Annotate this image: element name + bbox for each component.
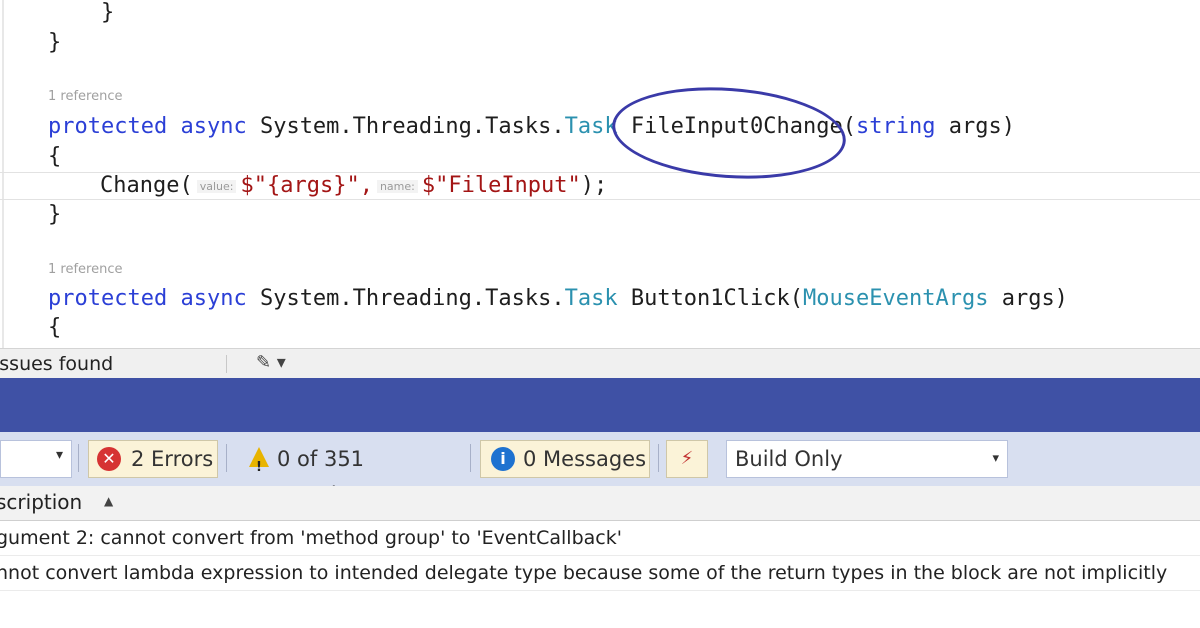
error-list-title-bar (0, 378, 1200, 432)
table-row[interactable]: gument 2: cannot convert from 'method gr… (0, 521, 1200, 556)
call-end: ); (580, 173, 608, 198)
arg-fileinput-string: $"FileInput" (421, 173, 581, 198)
table-row[interactable]: nnot convert lambda expression to intend… (0, 556, 1200, 591)
arg-args-string: $"{args}", (240, 173, 373, 198)
namespace-text: System.Threading.Tasks. (259, 286, 565, 311)
warning-triangle-icon: ! (249, 447, 269, 475)
divider (658, 444, 659, 472)
annotation-circle (609, 79, 849, 187)
keyword-protected: protected (48, 286, 168, 311)
editor-status-strip: issues found ✎ ▾ (0, 348, 1200, 379)
method-name-button: Button1Click( (630, 286, 804, 311)
divider (226, 355, 227, 373)
build-filter-value: Build Only (735, 447, 843, 471)
code-editor[interactable]: } } 1 reference protected async System.T… (0, 0, 1200, 348)
messages-filter-button[interactable]: i 0 Messages (480, 440, 650, 478)
code-line-change-call: Change(value: $"{args}", name: $"FileInput"… (100, 173, 607, 198)
call-change: Change( (100, 173, 193, 198)
namespace-text: System.Threading.Tasks. (259, 114, 565, 139)
type-task: Task (564, 286, 618, 311)
error-list-toolbar: ▾ ✕ 2 Errors ! 0 of 351 Warnings i 0 Mes… (0, 432, 1200, 507)
brush-icon[interactable]: ✎ ▾ (256, 352, 286, 373)
chevron-down-icon: ▾ (55, 447, 63, 463)
build-filter-dropdown[interactable]: Build Only ▾ (726, 440, 1008, 478)
errors-filter-button[interactable]: ✕ 2 Errors (88, 440, 218, 478)
column-header-description[interactable]: scription (0, 490, 82, 514)
param-args: args) (948, 114, 1015, 139)
error-description: nnot convert lambda expression to intend… (0, 562, 1168, 584)
code-line-inner-brace: } (48, 0, 115, 25)
inline-hint-name: name: (376, 179, 418, 193)
clear-filter-icon[interactable]: ⚡ (666, 440, 708, 478)
error-circle-icon: ✕ (97, 447, 121, 471)
divider (226, 444, 227, 472)
type-task: Task (564, 114, 618, 139)
error-list-header: scription ▲ (0, 486, 1200, 521)
codelens-references-2[interactable]: 1 reference (48, 262, 122, 277)
type-mouseeventargs: MouseEventArgs (803, 286, 989, 311)
code-line-method-button: protected async System.Threading.Tasks.T… (48, 286, 1068, 311)
messages-filter-label: 0 Messages (523, 447, 647, 471)
keyword-async: async (180, 286, 247, 311)
code-line-open-brace-1: { (48, 144, 62, 169)
divider (470, 444, 471, 472)
info-circle-icon: i (491, 447, 515, 471)
code-line-close-brace-1: } (48, 202, 62, 227)
divider (78, 444, 79, 472)
keyword-string: string (856, 114, 936, 139)
keyword-async: async (180, 114, 247, 139)
param-args: args) (1001, 286, 1068, 311)
errors-filter-label: 2 Errors (131, 447, 214, 471)
keyword-protected: protected (48, 114, 168, 139)
inline-hint-value: value: (196, 179, 237, 193)
codelens-references-1[interactable]: 1 reference (48, 89, 122, 104)
sort-ascending-icon: ▲ (104, 494, 114, 508)
error-list-empty-area (0, 591, 1200, 628)
error-description: gument 2: cannot convert from 'method gr… (0, 527, 622, 549)
issues-found-label[interactable]: issues found (0, 353, 113, 375)
scope-dropdown[interactable]: ▾ (0, 440, 72, 478)
code-line-method-fileinput: protected async System.Threading.Tasks.T… (48, 114, 1015, 139)
code-line-outer-brace: } (48, 30, 62, 55)
warnings-filter-button[interactable]: ! 0 of 351 Warnings (236, 440, 460, 507)
code-line-open-brace-2: { (48, 315, 62, 340)
chevron-down-icon: ▾ (992, 451, 999, 466)
